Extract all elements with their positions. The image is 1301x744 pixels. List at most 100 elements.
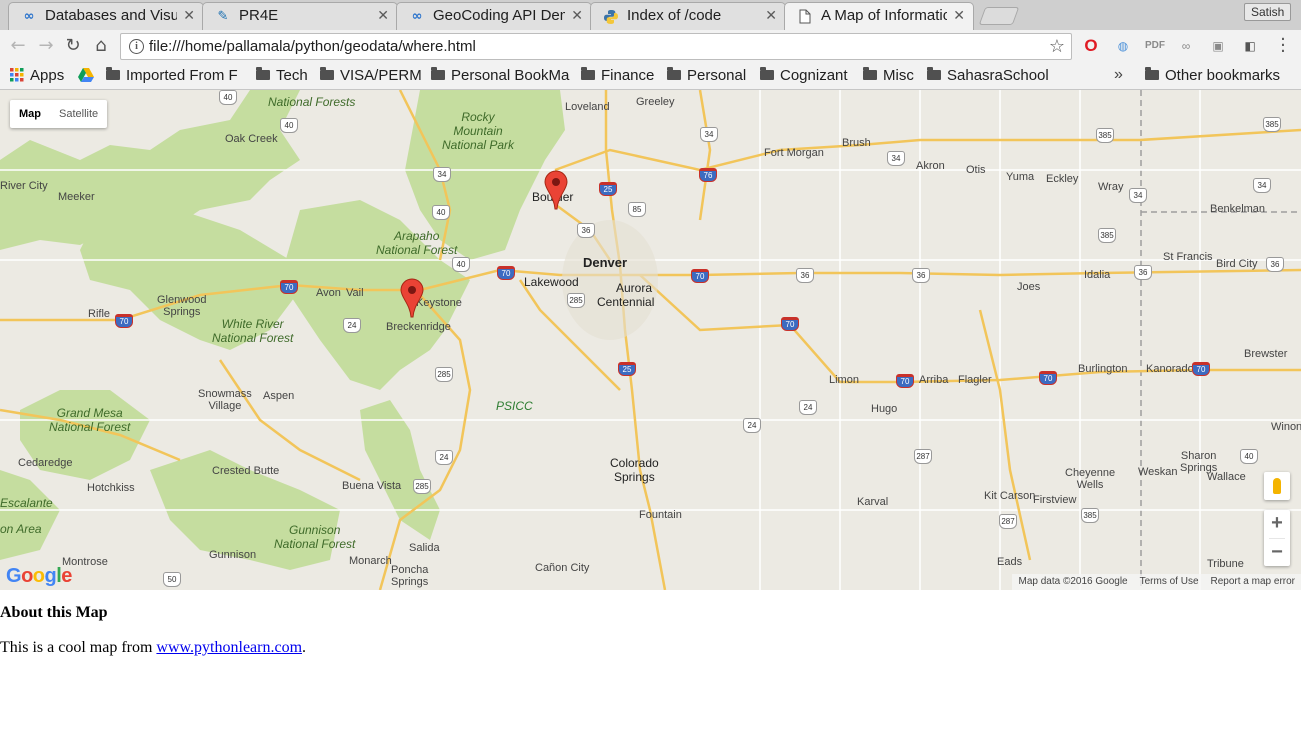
pdf-icon[interactable]: PDF	[1145, 37, 1165, 55]
route-shield: 287	[914, 449, 932, 464]
info-icon[interactable]: i	[129, 39, 144, 54]
tab-pr4e[interactable]: ✎ PR4E ✕	[202, 2, 398, 30]
route-shield: 50	[163, 572, 181, 587]
map-label-salida: Salida	[409, 542, 440, 554]
bookmark-folder[interactable]: Finance	[581, 66, 654, 86]
new-tab-button[interactable]	[978, 7, 1020, 25]
interstate-shield: 70	[691, 269, 709, 283]
bookmark-label: Personal BookMa	[451, 67, 570, 84]
bookmark-label: SahasraSchool	[947, 67, 1049, 84]
profile-button[interactable]: Satish	[1244, 3, 1292, 21]
map-label-limon: Limon	[829, 374, 859, 386]
folder-icon	[927, 67, 941, 80]
bookmark-label: Apps	[30, 67, 65, 84]
bookmark-folder[interactable]: Personal BookMa	[431, 66, 571, 86]
bookmark-label: Misc	[883, 67, 914, 84]
bookmark-folder[interactable]: Tech	[256, 66, 308, 86]
bookmark-apps[interactable]: Apps	[10, 66, 64, 86]
map-type-map-button[interactable]: Map	[10, 100, 50, 128]
map-label-area: on Area	[0, 522, 42, 536]
tab-map-active[interactable]: A Map of Informatio ✕	[784, 2, 974, 31]
route-shield: 24	[799, 400, 817, 415]
map-label-lakewood: Lakewood	[524, 275, 579, 289]
tab-geocoding[interactable]: ∞ GeoCoding API Dem ✕	[396, 2, 592, 30]
map-label-white-river: White River National Forest	[212, 317, 294, 345]
tab-index-code[interactable]: Index of /code ✕	[590, 2, 786, 30]
map-label-oak-creek: Oak Creek	[225, 133, 278, 145]
reload-icon[interactable]: ↻	[63, 36, 83, 56]
map-label-arriba: Arriba	[919, 374, 949, 386]
map-label-crested-butte: Crested Butte	[212, 465, 280, 477]
map-label-brush: Brush	[842, 137, 871, 149]
map-label-kanorado: Kanorado	[1146, 363, 1194, 375]
map-label-river-city: River City	[0, 180, 48, 192]
close-icon[interactable]: ✕	[183, 7, 195, 24]
folder-icon	[431, 67, 445, 80]
report-error-link[interactable]: Report a map error	[1211, 574, 1295, 590]
star-icon[interactable]: ☆	[1049, 36, 1065, 57]
opera-icon[interactable]: O	[1082, 37, 1100, 55]
zoom-control: + −	[1264, 510, 1290, 566]
back-arrow-icon[interactable]: ←	[8, 36, 28, 56]
map-label-canon-city: Cañon City	[535, 562, 590, 574]
terms-link[interactable]: Terms of Use	[1140, 574, 1199, 590]
close-icon[interactable]: ✕	[377, 7, 389, 24]
close-icon[interactable]: ✕	[953, 7, 965, 24]
bookmark-folder[interactable]: Imported From F	[106, 66, 244, 86]
map-type-satellite-button[interactable]: Satellite	[50, 100, 107, 128]
map-label-breckenridge: Breckenridge	[386, 321, 451, 333]
route-shield: 36	[577, 223, 595, 238]
bookmark-folder[interactable]: Cognizant	[760, 66, 848, 86]
map-label-firstview: Firstview	[1033, 494, 1077, 506]
tab-title: GeoCoding API Dem	[433, 7, 565, 24]
home-icon[interactable]: ⌂	[91, 36, 111, 56]
bookmarks-overflow-icon[interactable]: »	[1114, 66, 1123, 84]
about-text-before: This is a cool map from	[0, 639, 157, 656]
close-icon[interactable]: ✕	[571, 7, 583, 24]
interstate-shield: 70	[497, 266, 515, 280]
map-label-yuma: Yuma	[1006, 171, 1035, 183]
google-logo[interactable]: Google	[6, 565, 72, 588]
interstate-shield: 70	[896, 374, 914, 388]
tab-title: PR4E	[239, 7, 279, 24]
route-shield: 285	[567, 293, 585, 308]
evernote-icon[interactable]: ◧	[1241, 37, 1259, 55]
bookmark-folder[interactable]: SahasraSchool	[927, 66, 1049, 86]
folder-icon	[1145, 67, 1159, 80]
url-text[interactable]: file:///home/pallamala/python/geodata/wh…	[149, 38, 476, 55]
pythonlearn-link[interactable]: www.pythonlearn.com	[156, 639, 302, 656]
close-icon[interactable]: ✕	[765, 7, 777, 24]
other-bookmarks[interactable]: Other bookmarks	[1145, 66, 1280, 86]
map-attribution: Map data ©2016 Google Terms of Use Repor…	[1012, 574, 1301, 590]
map-label-joes: Joes	[1017, 281, 1041, 293]
route-shield: 24	[743, 418, 761, 433]
extension-icon[interactable]: ▣	[1209, 37, 1227, 55]
globe-icon[interactable]: ◍	[1114, 37, 1132, 55]
folder-icon	[760, 67, 774, 80]
pegman-icon[interactable]	[1264, 472, 1290, 500]
bookmark-folder[interactable]: Personal	[667, 66, 746, 86]
address-bar[interactable]: i file:///home/pallamala/python/geodata/…	[120, 33, 1072, 60]
zoom-out-button[interactable]: −	[1264, 539, 1290, 567]
coursera-ext-icon[interactable]: ∞	[1177, 37, 1195, 55]
map-label-avon: Avon	[316, 287, 341, 299]
route-shield: 385	[1098, 228, 1116, 243]
map-label-monarch: Monarch	[349, 555, 392, 567]
bookmark-label: Finance	[601, 67, 655, 84]
route-shield: 36	[912, 268, 930, 283]
about-text-after: .	[302, 639, 307, 656]
map-label-gunnison-nf: Gunnison National Forest	[274, 523, 356, 551]
map-label-cedaredge: Cedaredge	[18, 457, 73, 469]
map-marker-boulder[interactable]	[544, 170, 568, 210]
bookmark-folder[interactable]: Misc	[863, 66, 914, 86]
map-marker-breckenridge[interactable]	[400, 278, 424, 318]
map-canvas[interactable]: Loveland Greeley Rocky Mountain National P…	[0, 90, 1301, 590]
zoom-in-button[interactable]: +	[1264, 510, 1290, 538]
coursera-icon: ∞	[23, 9, 35, 24]
route-shield: 24	[343, 318, 361, 333]
bookmark-folder[interactable]: VISA/PERM	[320, 66, 422, 86]
forward-arrow-icon[interactable]: →	[36, 36, 56, 56]
tab-databases[interactable]: ∞ Databases and Visu ✕	[8, 2, 204, 30]
menu-icon[interactable]: · · ·	[1276, 31, 1290, 61]
drive-icon[interactable]	[78, 66, 100, 86]
